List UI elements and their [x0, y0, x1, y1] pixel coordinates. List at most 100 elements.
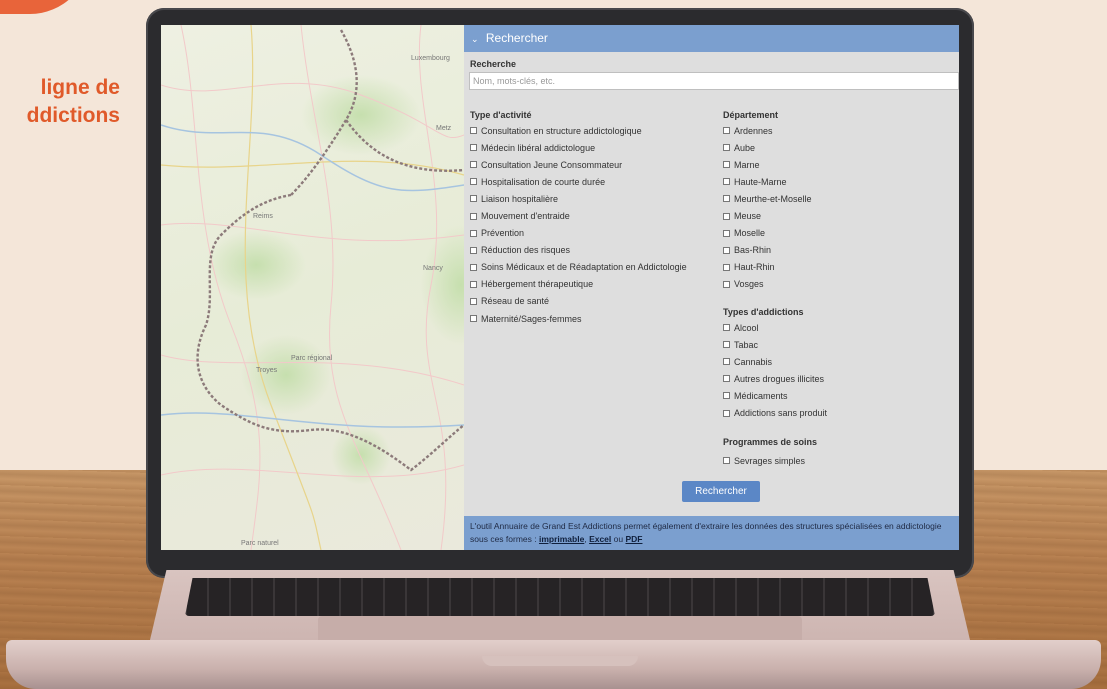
checkbox[interactable]	[723, 195, 730, 203]
department-item[interactable]: Bas-Rhin	[723, 242, 812, 259]
checkbox[interactable]	[470, 127, 477, 135]
checkbox[interactable]	[470, 144, 477, 152]
programs-list: Sevrages simples	[723, 452, 805, 469]
checkbox[interactable]	[723, 375, 730, 383]
checkbox[interactable]	[723, 324, 730, 332]
department-label: Haute-Marne	[734, 176, 787, 187]
activity-item[interactable]: Liaison hospitalière	[470, 190, 687, 207]
activity-item[interactable]: Médecin libéral addictologue	[470, 139, 687, 156]
print-link[interactable]: imprimable	[539, 534, 584, 544]
laptop-screen: Reims Nancy Troyes Parc naturel Luxembou…	[161, 25, 959, 550]
map-label-nancy: Nancy	[423, 265, 443, 272]
department-item[interactable]: Meurthe-et-Moselle	[723, 190, 812, 207]
addiction-item[interactable]: Cannabis	[723, 353, 827, 370]
addictions-title: Types d'addictions	[723, 307, 804, 317]
addiction-item[interactable]: Autres drogues illicites	[723, 370, 827, 387]
checkbox[interactable]	[470, 297, 477, 305]
checkbox[interactable]	[723, 457, 730, 465]
activity-label: Hébergement thérapeutique	[481, 279, 594, 290]
panel-title: Rechercher	[485, 31, 548, 45]
activity-item[interactable]: Prévention	[470, 225, 687, 242]
department-item[interactable]: Vosges	[723, 276, 812, 293]
department-label: Ardennes	[734, 125, 773, 136]
department-label: Marne	[734, 159, 760, 170]
department-label: Meurthe-et-Moselle	[734, 193, 812, 204]
addiction-label: Médicaments	[734, 390, 788, 401]
checkbox[interactable]	[470, 263, 477, 271]
department-label: Aube	[734, 142, 756, 153]
department-item[interactable]: Marne	[723, 156, 812, 173]
checkbox[interactable]	[470, 229, 477, 237]
department-item[interactable]: Haute-Marne	[723, 173, 812, 190]
footer-separator: ou	[611, 534, 626, 544]
checkbox[interactable]	[723, 229, 730, 237]
addiction-item[interactable]: Addictions sans produit	[723, 404, 827, 421]
map-roads	[161, 25, 464, 550]
checkbox[interactable]	[723, 341, 730, 349]
checkbox[interactable]	[723, 161, 730, 169]
checkbox[interactable]	[470, 212, 477, 220]
checkbox[interactable]	[470, 178, 477, 186]
checkbox[interactable]	[723, 127, 730, 135]
department-label: Meuse	[734, 211, 762, 222]
search-label: Recherche	[470, 59, 517, 69]
activity-label: Liaison hospitalière	[481, 193, 559, 204]
activity-label: Soins Médicaux et de Réadaptation en Add…	[481, 262, 687, 273]
laptop-notch	[482, 656, 638, 666]
map-label-reims: Reims	[253, 213, 273, 220]
checkbox[interactable]	[723, 246, 730, 254]
activity-item[interactable]: Hébergement thérapeutique	[470, 276, 687, 293]
addiction-item[interactable]: Médicaments	[723, 387, 827, 404]
activity-item[interactable]: Consultation en structure addictologique	[470, 122, 687, 139]
department-label: Bas-Rhin	[734, 245, 772, 256]
pdf-link[interactable]: PDF	[625, 534, 642, 544]
addiction-item[interactable]: Tabac	[723, 336, 827, 353]
checkbox[interactable]	[723, 280, 730, 288]
department-item[interactable]: Haut-Rhin	[723, 259, 812, 276]
checkbox[interactable]	[470, 161, 477, 169]
activity-label: Hospitalisation de courte durée	[481, 176, 606, 187]
checkbox[interactable]	[723, 409, 730, 417]
activity-item[interactable]: Réseau de santé	[470, 293, 687, 310]
search-button[interactable]: Rechercher	[682, 481, 760, 502]
checkbox[interactable]	[470, 246, 477, 254]
addiction-item[interactable]: Alcool	[723, 319, 827, 336]
activity-item[interactable]: Réduction des risques	[470, 242, 687, 259]
checkbox[interactable]	[723, 178, 730, 186]
checkbox[interactable]	[723, 263, 730, 271]
map-view[interactable]: Reims Nancy Troyes Parc naturel Luxembou…	[161, 25, 464, 550]
department-label: Moselle	[734, 228, 766, 239]
decorative-blob	[0, 0, 90, 14]
department-label: Haut-Rhin	[734, 262, 775, 273]
department-item[interactable]: Meuse	[723, 207, 812, 224]
activity-item[interactable]: Consultation Jeune Consommateur	[470, 156, 687, 173]
activity-label: Maternité/Sages-femmes	[481, 313, 582, 324]
activity-item[interactable]: Hospitalisation de courte durée	[470, 173, 687, 190]
export-footer: L'outil Annuaire de Grand Est Addictions…	[464, 516, 959, 550]
search-input[interactable]	[469, 72, 959, 90]
activity-label: Consultation Jeune Consommateur	[481, 159, 623, 170]
checkbox[interactable]	[723, 212, 730, 220]
program-label: Sevrages simples	[734, 455, 806, 466]
department-item[interactable]: Aube	[723, 139, 812, 156]
activity-item[interactable]: Maternité/Sages-femmes	[470, 310, 687, 327]
activity-item[interactable]: Mouvement d'entraide	[470, 207, 687, 224]
panel-header[interactable]: ⌄ Rechercher	[464, 25, 959, 52]
excel-link[interactable]: Excel	[589, 534, 611, 544]
checkbox[interactable]	[723, 392, 730, 400]
laptop-keyboard	[185, 578, 935, 616]
checkbox[interactable]	[470, 195, 477, 203]
program-item[interactable]: Sevrages simples	[723, 452, 805, 469]
department-item[interactable]: Moselle	[723, 225, 812, 242]
checkbox[interactable]	[723, 144, 730, 152]
checkbox[interactable]	[723, 358, 730, 366]
checkbox[interactable]	[470, 315, 477, 323]
activity-label: Prévention	[481, 228, 525, 239]
headline-line-1: ligne de	[40, 76, 120, 99]
checkbox[interactable]	[470, 280, 477, 288]
activity-item[interactable]: Soins Médicaux et de Réadaptation en Add…	[470, 259, 687, 276]
department-item[interactable]: Ardennes	[723, 122, 812, 139]
map-label-metz: Metz	[436, 125, 452, 132]
addictions-list: Alcool Tabac Cannabis Autres drogues ill…	[723, 319, 827, 422]
addiction-label: Alcool	[734, 322, 759, 333]
